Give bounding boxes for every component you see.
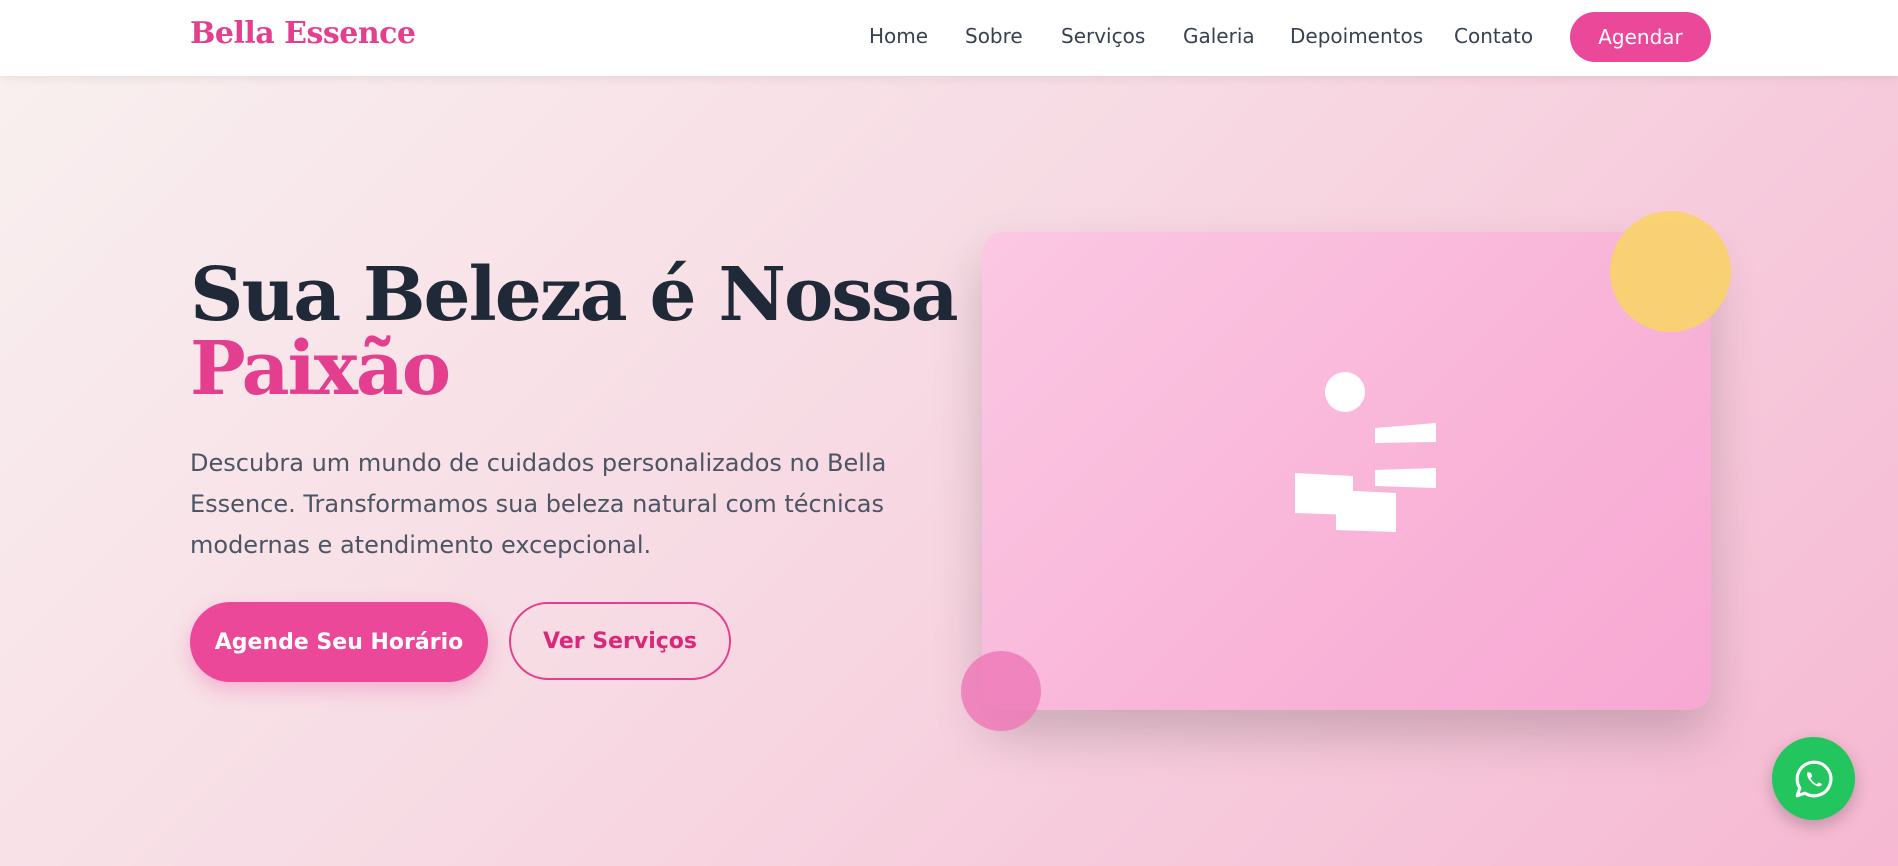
nav-sobre-link[interactable]: Sobre xyxy=(965,24,1023,48)
nav-home-link[interactable]: Home xyxy=(869,24,928,48)
view-services-button[interactable]: Ver Serviços xyxy=(509,602,731,680)
hero-title-accent: Paixão xyxy=(190,326,451,412)
nav-contato-link[interactable]: Contato xyxy=(1454,24,1533,48)
nav-galeria-link[interactable]: Galeria xyxy=(1183,24,1255,48)
agendar-button[interactable]: Agendar xyxy=(1570,12,1711,62)
decor-circle-yellow xyxy=(1610,211,1731,332)
book-appointment-button[interactable]: Agende Seu Horário xyxy=(190,602,488,682)
nav-depoimentos-link[interactable]: Depoimentos xyxy=(1290,24,1423,48)
whatsapp-button[interactable] xyxy=(1772,737,1855,820)
top-navbar: Bella Essence Home Sobre Serviços Galeri… xyxy=(0,0,1898,76)
decor-circle-pink xyxy=(961,651,1041,731)
whatsapp-icon xyxy=(1795,760,1832,797)
person-pose-icon xyxy=(1295,372,1436,532)
hero-description: Descubra um mundo de cuidados personaliz… xyxy=(190,449,887,559)
nav-servicos-link[interactable]: Serviços xyxy=(1061,24,1145,48)
hero-title: Sua Beleza é Nossa Paixão xyxy=(190,258,959,412)
